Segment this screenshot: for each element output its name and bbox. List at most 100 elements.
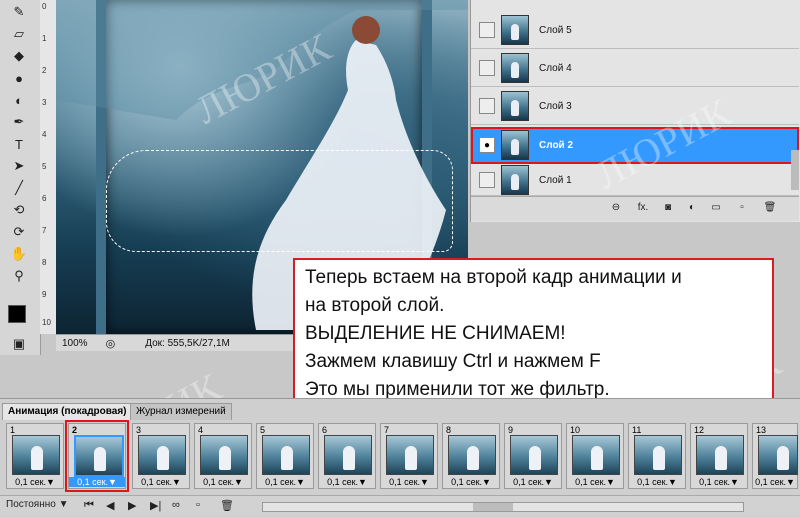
eye-icon[interactable]: ● <box>479 137 495 153</box>
next-frame-icon[interactable]: ▶| <box>150 499 161 512</box>
path-selection-tool-icon[interactable]: ➤ <box>8 156 30 176</box>
zoom-tool-icon[interactable]: ⚲ <box>8 266 30 286</box>
ruler-tick: 6 <box>42 194 47 203</box>
animation-frame[interactable]: 3 0,1 сек.▼ <box>132 423 190 489</box>
scrollbar-thumb[interactable] <box>473 503 513 511</box>
frame-delay[interactable]: 0,1 сек.▼ <box>691 477 747 487</box>
layer-thumbnail <box>501 130 529 160</box>
animation-frame[interactable]: 6 0,1 сек.▼ <box>318 423 376 489</box>
frame-number: 3 <box>136 425 142 435</box>
fx-icon[interactable]: fx. <box>636 202 650 215</box>
layer-name: Слой 4 <box>539 62 572 74</box>
visibility-toggle[interactable] <box>479 22 495 38</box>
frame-thumbnail <box>634 435 682 475</box>
type-tool-icon[interactable]: T <box>8 134 30 154</box>
layer-row[interactable]: Слой 4 <box>471 50 799 87</box>
ruler-tick: 9 <box>42 290 47 299</box>
group-icon[interactable]: ▭ <box>709 202 723 215</box>
layer-row-active[interactable]: ● Слой 2 <box>471 127 799 164</box>
frame-delay[interactable]: 0,1 сек.▼ <box>629 477 685 487</box>
tab-animation[interactable]: Анимация (покадровая) <box>2 403 133 420</box>
frame-delay[interactable]: 0,1 сек.▼ <box>567 477 623 487</box>
frame-number: 5 <box>260 425 266 435</box>
quick-mask-icon[interactable]: ▣ <box>8 334 30 354</box>
tween-icon[interactable]: ∞ <box>172 499 180 511</box>
frame-thumbnail <box>572 435 620 475</box>
zoom-level[interactable]: 100% <box>62 338 88 349</box>
frame-number: 13 <box>756 425 767 435</box>
visibility-toggle[interactable] <box>479 98 495 114</box>
blur-tool-icon[interactable]: ● <box>8 68 30 88</box>
animation-frame-active[interactable]: 2 0,1 сек.▼ <box>65 420 129 492</box>
animation-frame[interactable]: 8 0,1 сек.▼ <box>442 423 500 489</box>
3d-rotate-tool-icon[interactable]: ⟲ <box>8 200 30 220</box>
layer-thumbnail <box>501 91 529 121</box>
frame-delay[interactable]: 0,1 сек.▼ <box>133 477 189 487</box>
previous-frame-icon[interactable]: ◀ <box>106 499 114 512</box>
dodge-tool-icon[interactable]: ◐ <box>8 90 30 110</box>
tools-panel: ✎ ▱ ◆ ● ◐ ✒ T ➤ ╱ ⟲ ⟳ ✋ ⚲ ▣ <box>0 0 41 355</box>
frame-delay[interactable]: 0,1 сек.▼ <box>257 477 313 487</box>
line-tool-icon[interactable]: ╱ <box>8 178 30 198</box>
frame-thumbnail <box>448 435 496 475</box>
loop-options-select[interactable]: Постоянно ▼ <box>6 499 68 510</box>
trash-icon[interactable]: 🗑 <box>763 202 777 215</box>
animation-frame[interactable]: 13 0,1 сек.▼ <box>752 423 798 489</box>
frame-delay[interactable]: 0,1 сек.▼ <box>505 477 561 487</box>
animation-frame[interactable]: 7 0,1 сек.▼ <box>380 423 438 489</box>
foreground-color-swatch[interactable] <box>8 305 26 323</box>
animation-frame[interactable]: 1 0,1 сек.▼ <box>6 423 64 489</box>
mask-icon[interactable]: ◙ <box>661 202 675 215</box>
pen-tool-icon[interactable]: ✒ <box>8 112 30 132</box>
layer-row[interactable]: Слой 1 <box>471 165 799 196</box>
visibility-toggle[interactable] <box>479 172 495 188</box>
frame-delay[interactable]: 0,1 сек.▼ <box>319 477 375 487</box>
link-icon[interactable]: ⊖ <box>609 202 623 215</box>
paint-bucket-tool-icon[interactable]: ◆ <box>8 46 30 66</box>
eraser-tool-icon[interactable]: ▱ <box>8 24 30 44</box>
layer-thumbnail <box>501 15 529 45</box>
ruler-tick: 0 <box>42 2 47 11</box>
frame-number: 10 <box>570 425 581 435</box>
layer-thumbnail <box>501 165 529 195</box>
callout-line: ВЫДЕЛЕНИЕ НЕ СНИМАЕМ! <box>305 323 566 344</box>
frame-number: 2 <box>72 425 78 435</box>
ruler-tick: 7 <box>42 226 47 235</box>
status-options-icon[interactable]: ◎ <box>106 337 116 350</box>
adjustment-icon[interactable]: ◐ <box>685 202 699 215</box>
3d-orbit-tool-icon[interactable]: ⟳ <box>8 222 30 242</box>
frame-delay[interactable]: 0,1 сек.▼ <box>443 477 499 487</box>
layers-scrollbar[interactable] <box>791 150 799 190</box>
eyedropper-tool-icon[interactable]: ✎ <box>8 2 30 22</box>
animation-frame[interactable]: 12 0,1 сек.▼ <box>690 423 748 489</box>
duplicate-frame-icon[interactable]: ▫ <box>196 499 200 511</box>
frame-delay[interactable]: 0,1 сек.▼ <box>7 477 63 487</box>
layer-row[interactable]: Слой 5 <box>471 12 799 49</box>
layer-row[interactable]: Слой 3 <box>471 88 799 125</box>
animation-frame[interactable]: 10 0,1 сек.▼ <box>566 423 624 489</box>
animation-frame[interactable]: 11 0,1 сек.▼ <box>628 423 686 489</box>
delete-frame-icon[interactable]: 🗑 <box>220 499 234 512</box>
frame-thumbnail <box>386 435 434 475</box>
hand-tool-icon[interactable]: ✋ <box>8 244 30 264</box>
ruler-tick: 5 <box>42 162 47 171</box>
callout-line: на второй слой. <box>305 295 445 316</box>
layer-name: Слой 1 <box>539 174 572 186</box>
animation-frame[interactable]: 4 0,1 сек.▼ <box>194 423 252 489</box>
frames-scrollbar[interactable] <box>262 502 744 512</box>
frame-delay[interactable]: 0,1 сек.▼ <box>195 477 251 487</box>
callout-line: Теперь встаем на второй кадр анимации и <box>305 267 682 288</box>
frame-delay[interactable]: 0,1 сек.▼ <box>69 477 125 487</box>
ruler-tick: 2 <box>42 66 47 75</box>
frame-thumbnail <box>74 435 124 477</box>
frame-delay[interactable]: 0,1 сек.▼ <box>753 477 797 487</box>
frame-thumbnail <box>200 435 248 475</box>
first-frame-icon[interactable]: ⏮ <box>84 499 94 512</box>
animation-frame[interactable]: 9 0,1 сек.▼ <box>504 423 562 489</box>
tab-measurement-log[interactable]: Журнал измерений <box>130 403 232 420</box>
visibility-toggle[interactable] <box>479 60 495 76</box>
animation-frame[interactable]: 5 0,1 сек.▼ <box>256 423 314 489</box>
play-icon[interactable]: ▶ <box>128 499 136 512</box>
frame-delay[interactable]: 0,1 сек.▼ <box>381 477 437 487</box>
new-layer-icon[interactable]: ▫ <box>735 202 749 215</box>
